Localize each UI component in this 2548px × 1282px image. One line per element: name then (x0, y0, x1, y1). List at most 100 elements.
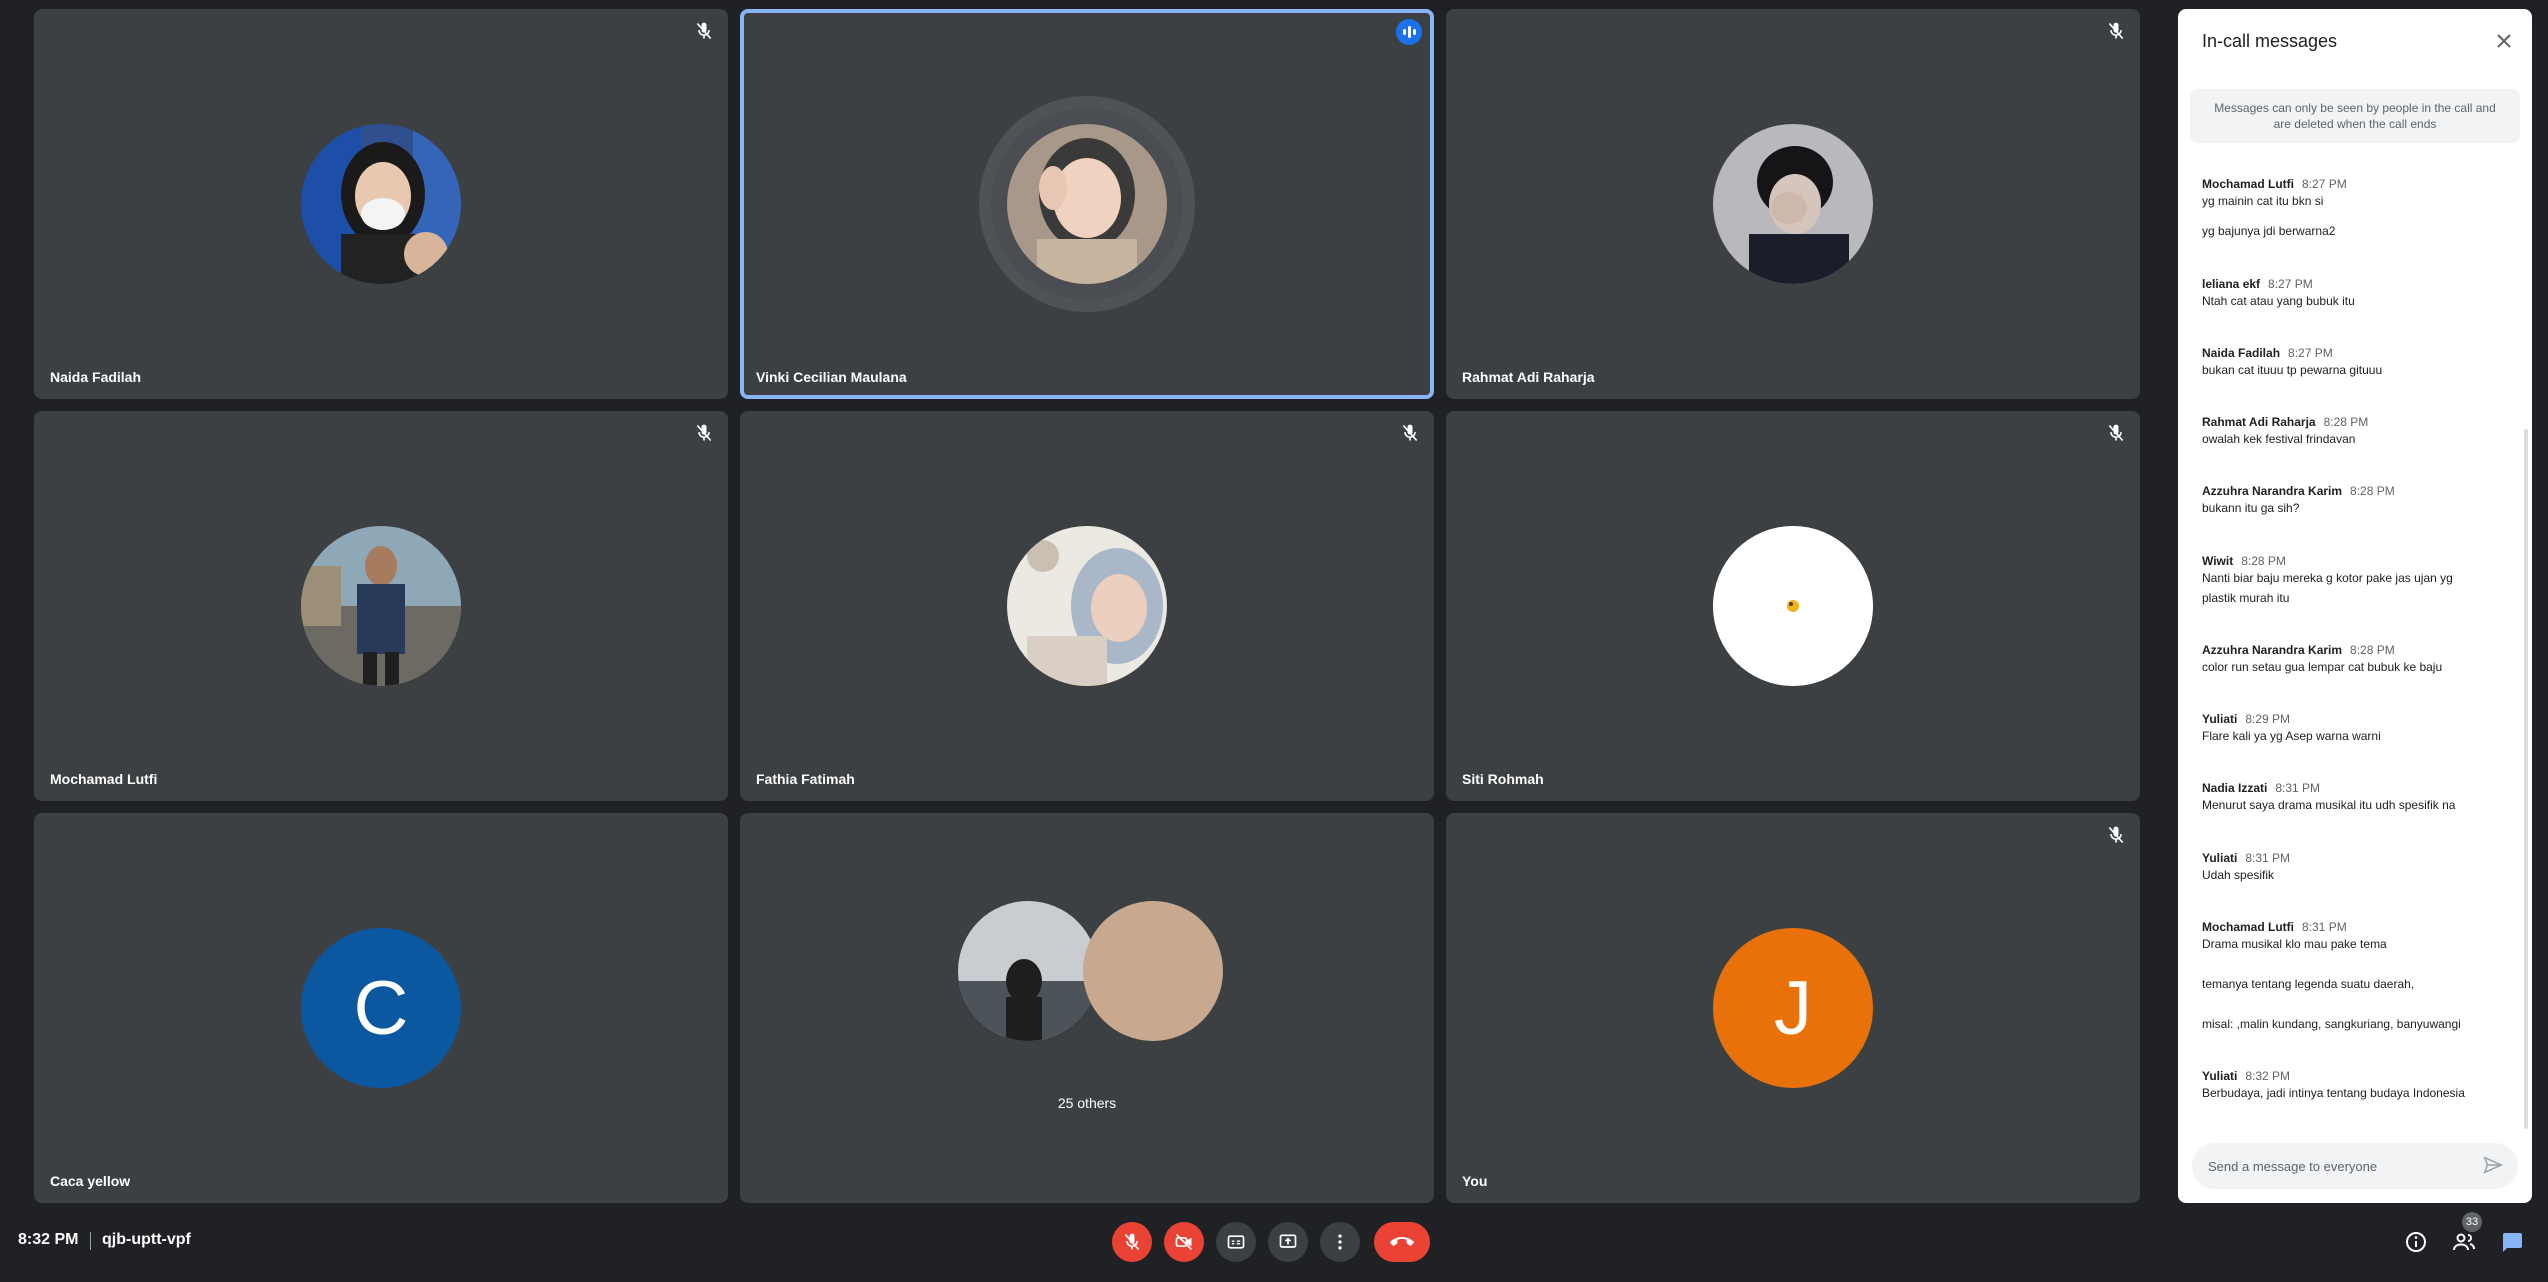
message-time: 8:31 PM (2275, 781, 2321, 795)
message-item: Wiwit 8:28 PM Nanti biar baju mereka g ko… (2202, 554, 2502, 608)
message-time: 8:28 PM (2350, 484, 2395, 498)
message-sender: Rahmat Adi Raharja (2202, 415, 2316, 429)
panel-title: In-call messages (2202, 31, 2338, 51)
message-time: 8:29 PM (2245, 712, 2291, 726)
message-time: 8:32 PM (2245, 1069, 2291, 1083)
mic-off-icon (694, 423, 714, 443)
chat-button[interactable] (2498, 1228, 2526, 1256)
current-time: 8:32 PM (18, 1231, 79, 1248)
video-grid: Naida Fadilah Vinki Cecilian Maulana Rah… (34, 9, 2140, 1203)
mic-off-icon (2106, 423, 2126, 443)
message-item: Azzuhra Narandra Karim 8:28 PM bukann itu… (2202, 484, 2502, 518)
participant-tile[interactable]: Mochamad Lutfi (34, 411, 728, 801)
close-icon[interactable] (2492, 29, 2516, 53)
message-time: 8:27 PM (2268, 277, 2313, 291)
message-scrollbar[interactable] (2524, 429, 2528, 1129)
message-sender: Azzuhra Narandra Karim (2202, 643, 2343, 657)
message-time: 8:28 PM (2241, 554, 2286, 568)
message-sender: Yuliati (2202, 851, 2238, 865)
participant-avatar (301, 526, 461, 686)
message-time: 8:31 PM (2302, 920, 2347, 934)
send-icon[interactable] (2482, 1154, 2506, 1178)
participant-name: Vinki Cecilian Maulana (756, 369, 907, 385)
message-text: yg bajunya jdi berwarna2 (2202, 224, 2336, 238)
mic-off-icon (2106, 21, 2126, 41)
hang-up-icon (1390, 1237, 1414, 1246)
people-icon (2453, 1233, 2475, 1251)
divider (90, 1232, 91, 1250)
message-sender: Wiwit (2202, 554, 2234, 568)
others-tile[interactable]: 25 others (740, 813, 1434, 1203)
others-avatar (958, 901, 1098, 1041)
message-item: Yuliati 8:29 PM Flare kali ya yg Asep war… (2202, 712, 2502, 746)
participant-tile-active-speaker[interactable]: Vinki Cecilian Maulana (740, 9, 1434, 399)
message-time: 8:31 PM (2245, 851, 2291, 865)
message-sender: Mochamad Lutfi (2202, 177, 2294, 191)
present-screen-button[interactable] (1268, 1222, 1308, 1262)
message-text: bukann itu ga sih? (2202, 501, 2300, 515)
people-button[interactable] (2450, 1228, 2478, 1256)
avatar-photo (301, 124, 461, 284)
participant-avatar (1007, 124, 1167, 284)
leave-call-button[interactable] (1374, 1222, 1430, 1262)
participant-avatar (1007, 526, 1167, 686)
participant-tile[interactable]: Siti Rohmah (1446, 411, 2140, 801)
participant-tile[interactable]: Naida Fadilah (34, 9, 728, 399)
message-text: temanya tentang legenda suatu daerah, (2202, 977, 2415, 991)
message-sender: Yuliati (2202, 1069, 2238, 1083)
avatar-photo (958, 901, 1098, 1041)
message-sender: Azzuhra Narandra Karim (2202, 484, 2343, 498)
captions-icon (1227, 1235, 1245, 1249)
message-sender: Nadia Izzati (2202, 781, 2268, 795)
participant-tile[interactable]: Rahmat Adi Raharja (1446, 9, 2140, 399)
message-item: Yuliati 8:32 PM Berbudaya, jadi intinya t… (2202, 1069, 2502, 1103)
message-time: 8:28 PM (2323, 415, 2369, 429)
self-letter-avatar: J (1713, 928, 1873, 1088)
meeting-details-button[interactable] (2402, 1228, 2430, 1256)
mic-off-icon (1124, 1233, 1140, 1251)
participant-avatar (1713, 124, 1873, 284)
participant-letter-avatar: C (301, 928, 461, 1088)
participant-count-badge: 33 (2462, 1212, 2482, 1232)
message-text: owalah kek festival frindavan (2202, 432, 2356, 446)
message-input[interactable] (2208, 1143, 2468, 1189)
message-text: Nanti biar baju mereka g kotor pake jas … (2202, 571, 2453, 585)
meeting-code: qjb-uptt-vpf (102, 1231, 191, 1248)
avatar-photo (301, 526, 461, 686)
avatar-photo (1713, 124, 1873, 284)
participant-name: Caca yellow (50, 1173, 131, 1189)
camera-toggle-button[interactable] (1164, 1222, 1204, 1262)
self-tile[interactable]: J You (1446, 813, 2140, 1203)
privacy-notice: Messages can only be seen by people in t… (2190, 89, 2520, 143)
avatar-photo (1007, 124, 1167, 284)
message-time: 8:28 PM (2350, 643, 2395, 657)
message-time: 8:27 PM (2302, 177, 2347, 191)
message-item: Rahmat Adi Raharja 8:28 PM owalah kek fes… (2202, 415, 2502, 449)
participant-avatar (301, 124, 461, 284)
message-item: Mochamad Lutfi 8:27 PM yg mainin cat itu … (2202, 177, 2502, 241)
message-text: plastik murah itu (2202, 591, 2290, 605)
message-item: Naida Fadilah 8:27 PM bukan cat ituuu tp … (2202, 346, 2502, 380)
avatar-photo (1713, 526, 1873, 686)
avatar-photo (1007, 526, 1167, 686)
message-text: Ntah cat atau yang bubuk itu (2202, 294, 2355, 308)
mic-off-icon (2106, 825, 2126, 845)
message-list[interactable]: Mochamad Lutfi 8:27 PM yg mainin cat itu … (2178, 159, 2532, 1129)
captions-button[interactable] (1216, 1222, 1256, 1262)
message-sender: Naida Fadilah (2202, 346, 2281, 360)
others-count-label: 25 others (1057, 1095, 1117, 1111)
participant-name: Siti Rohmah (1462, 771, 1544, 787)
mic-toggle-button[interactable] (1112, 1222, 1152, 1262)
participant-name: Rahmat Adi Raharja (1462, 369, 1595, 385)
participant-name: Naida Fadilah (50, 369, 142, 385)
more-options-button[interactable] (1320, 1222, 1360, 1262)
participant-tile[interactable]: C Caca yellow (34, 813, 728, 1203)
mic-off-icon (694, 21, 714, 41)
message-item: leliana ekf 8:27 PM Ntah cat atau yang bu… (2202, 277, 2502, 311)
message-text: Flare kali ya yg Asep warna warni (2202, 729, 2381, 743)
present-icon (1279, 1234, 1297, 1248)
message-text: Udah spesifik (2202, 868, 2275, 882)
message-compose (2192, 1143, 2518, 1189)
message-text: Menurut saya drama musikal itu udh spesi… (2202, 798, 2456, 812)
participant-tile[interactable]: Fathia Fatimah (740, 411, 1434, 801)
